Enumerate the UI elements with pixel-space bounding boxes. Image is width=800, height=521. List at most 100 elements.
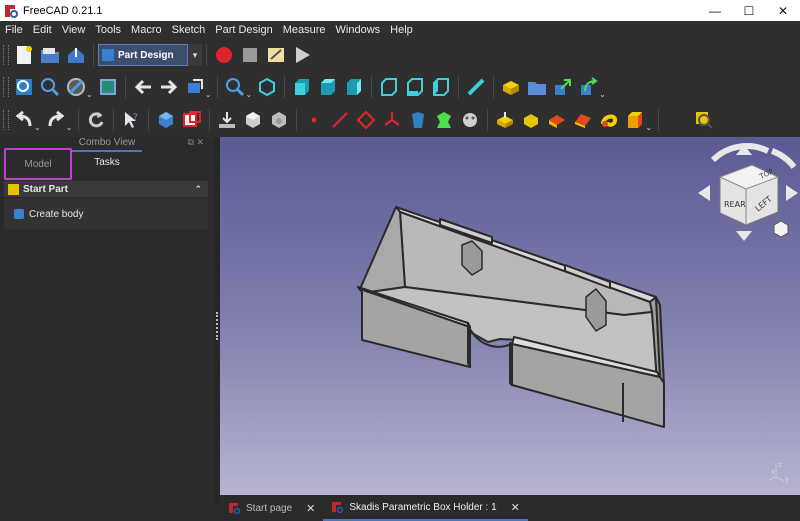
datum-plane-icon[interactable]	[355, 109, 377, 131]
front-view-icon[interactable]	[291, 76, 313, 98]
subshape-binder-icon[interactable]	[268, 109, 290, 131]
datum-point-icon[interactable]	[303, 109, 325, 131]
stop-macro-icon[interactable]	[239, 44, 261, 66]
toolbar-grip[interactable]	[3, 77, 9, 97]
additive-pipe-icon[interactable]	[572, 109, 594, 131]
menu-windows[interactable]: Windows	[331, 24, 386, 36]
start-part-panel-header[interactable]: Start Part ⌃	[4, 181, 208, 197]
rotate-right-icon[interactable]	[770, 148, 797, 169]
chevron-down-icon[interactable]: ⌄	[34, 123, 41, 132]
minimize-button[interactable]: —	[698, 0, 732, 21]
new-document-icon[interactable]	[13, 44, 35, 66]
box-holder-model[interactable]	[357, 206, 665, 428]
freecad-logo-icon	[4, 4, 18, 18]
left-view-icon[interactable]	[430, 76, 452, 98]
measure-distance-icon[interactable]	[465, 76, 487, 98]
datum-line-icon[interactable]	[329, 109, 351, 131]
create-group-icon[interactable]	[526, 76, 548, 98]
sub-object-shape-binder-icon[interactable]	[433, 109, 455, 131]
collapse-icon[interactable]: ⌃	[194, 184, 202, 195]
std-views-zoom-icon[interactable]	[224, 76, 246, 98]
close-tab-icon[interactable]: ✕	[511, 501, 520, 514]
chevron-down-icon[interactable]: ⌄	[86, 90, 93, 99]
chevron-down-icon[interactable]: ⌄	[245, 90, 252, 99]
redo-icon[interactable]	[45, 109, 67, 131]
chevron-down-icon[interactable]: ⌄	[599, 90, 606, 99]
nav-arrow-down-icon[interactable]	[736, 231, 752, 241]
nav-arrow-left-icon[interactable]	[698, 185, 710, 201]
shape-binder-icon[interactable]	[242, 109, 264, 131]
dock-controls[interactable]: ⧉ ✕	[188, 137, 204, 148]
bottom-view-icon[interactable]	[404, 76, 426, 98]
toolbar-grip[interactable]	[3, 110, 9, 130]
chevron-down-icon[interactable]: ⌄	[66, 123, 73, 132]
menu-macro[interactable]: Macro	[126, 24, 167, 36]
clone-icon[interactable]	[407, 109, 429, 131]
create-sketch-icon[interactable]	[181, 109, 203, 131]
close-tab-icon[interactable]: ✕	[306, 502, 315, 515]
forward-arrow-icon[interactable]	[158, 76, 180, 98]
menu-view[interactable]: View	[57, 24, 91, 36]
link-navigation-icon[interactable]	[184, 76, 206, 98]
workbench-dropdown-arrow[interactable]: ▾	[188, 44, 202, 66]
toolbar-row-2: ⌄ ⌄ ⌄ ⌄	[0, 71, 800, 103]
refresh-icon[interactable]	[85, 109, 107, 131]
navigation-cube[interactable]: TOP REAR LEFT	[698, 143, 798, 241]
splitter-handle[interactable]	[216, 312, 218, 340]
menu-tools[interactable]: Tools	[90, 24, 126, 36]
freecad-document-icon	[331, 501, 344, 514]
model-canvas[interactable]: TOP REAR LEFT z y x	[220, 137, 800, 495]
link-actions-icon[interactable]	[578, 76, 600, 98]
maximize-button[interactable]: ☐	[732, 0, 766, 21]
revolution-icon[interactable]	[520, 109, 542, 131]
menu-part-design[interactable]: Part Design	[210, 24, 277, 36]
nav-arrow-right-icon[interactable]	[786, 185, 798, 201]
additive-primitive-icon[interactable]	[624, 109, 646, 131]
validate-sketch-icon[interactable]	[216, 109, 238, 131]
menu-edit[interactable]: Edit	[28, 24, 57, 36]
save-icon[interactable]	[65, 44, 87, 66]
chevron-down-icon[interactable]: ⌄	[205, 90, 212, 99]
workbench-selector[interactable]: Part Design	[98, 44, 188, 66]
menu-help[interactable]: Help	[385, 24, 418, 36]
toolbar-grip[interactable]	[3, 45, 9, 65]
tab-start-page[interactable]: Start page ✕	[220, 495, 323, 521]
open-folder-icon[interactable]	[39, 44, 61, 66]
view-menu-cube-icon[interactable]	[773, 220, 789, 238]
chevron-down-icon[interactable]: ⌄	[645, 123, 652, 132]
additive-loft-icon[interactable]	[546, 109, 568, 131]
isometric-view-icon[interactable]	[256, 76, 278, 98]
toolbar-separator	[209, 109, 211, 131]
local-coordinate-system-icon[interactable]	[381, 109, 403, 131]
fit-all-icon[interactable]	[13, 76, 35, 98]
fit-selection-icon[interactable]	[39, 76, 61, 98]
menu-file[interactable]: File	[0, 24, 28, 36]
top-view-icon[interactable]	[317, 76, 339, 98]
close-window-button[interactable]: ✕	[766, 0, 800, 21]
whats-this-icon[interactable]: ?	[120, 109, 142, 131]
menu-sketch[interactable]: Sketch	[167, 24, 211, 36]
additive-helix-icon[interactable]	[598, 109, 620, 131]
create-body-icon[interactable]	[155, 109, 177, 131]
right-view-icon[interactable]	[343, 76, 365, 98]
bounding-box-icon[interactable]	[97, 76, 119, 98]
run-macro-icon[interactable]	[291, 44, 313, 66]
back-arrow-icon[interactable]	[132, 76, 154, 98]
tab-skadis-box-holder[interactable]: Skadis Parametric Box Holder : 1 ✕	[323, 495, 528, 521]
shape-attachment-icon[interactable]	[459, 109, 481, 131]
3d-viewport[interactable]: TOP REAR LEFT z y x	[220, 137, 800, 495]
pad-icon[interactable]	[494, 109, 516, 131]
make-link-icon[interactable]	[552, 76, 574, 98]
combo-tabs: Model Tasks	[4, 148, 142, 180]
std-zoom-box-icon[interactable]	[693, 109, 715, 131]
undo-icon[interactable]	[13, 109, 35, 131]
menu-measure[interactable]: Measure	[278, 24, 331, 36]
draw-style-icon[interactable]	[65, 76, 87, 98]
create-body-link[interactable]: Create body	[29, 209, 83, 220]
tab-model[interactable]: Model	[4, 148, 72, 180]
macros-icon[interactable]	[265, 44, 287, 66]
record-macro-icon[interactable]	[213, 44, 235, 66]
rear-view-icon[interactable]	[378, 76, 400, 98]
tab-tasks[interactable]: Tasks	[72, 150, 142, 172]
create-part-icon[interactable]	[500, 76, 522, 98]
